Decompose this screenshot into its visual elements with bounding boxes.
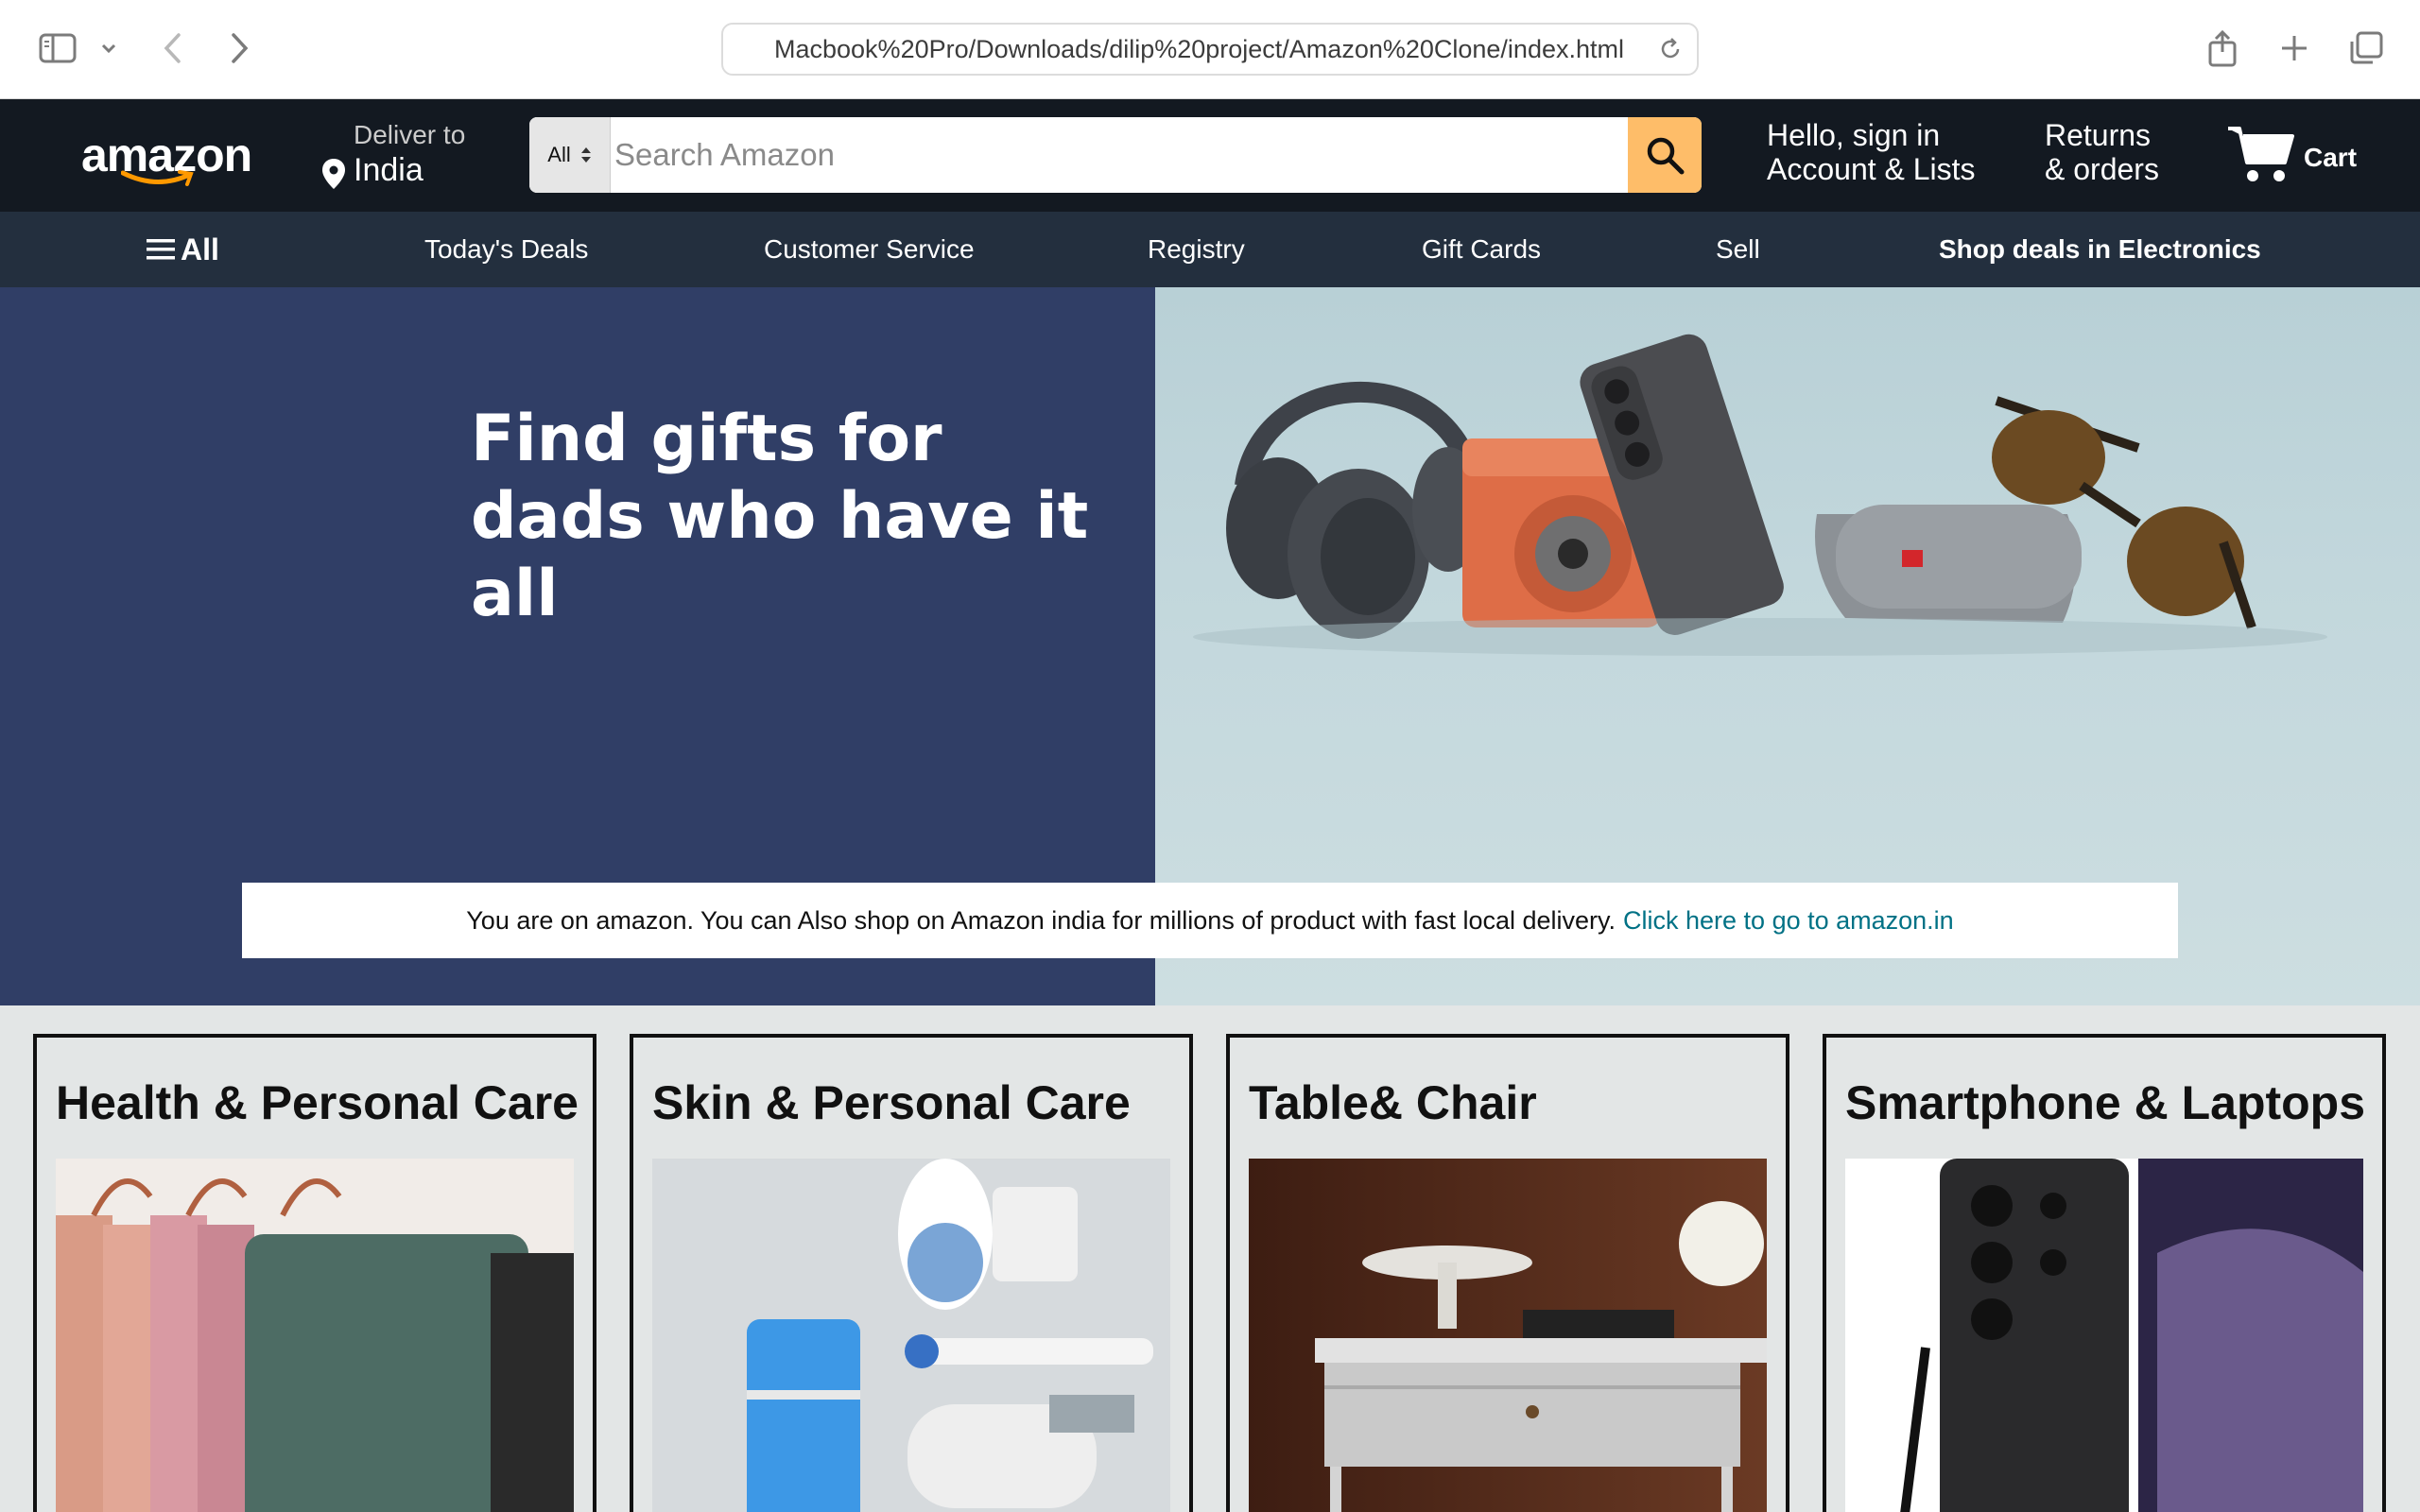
card-image-side-table[interactable]	[1249, 1159, 1767, 1512]
url-text[interactable]: Macbook%20Pro/Downloads/dilip%20project/…	[774, 35, 1653, 64]
search-button[interactable]	[1628, 117, 1702, 193]
cart-label: Cart	[2304, 143, 2358, 172]
account-lists[interactable]: Hello, sign in Account & Lists	[1767, 118, 1976, 186]
card-title: Smartphone & Laptops	[1845, 1076, 2366, 1129]
nav-todays-deals[interactable]: Today's Deals	[424, 212, 588, 287]
category-card-table-chair[interactable]: Table& Chair	[1226, 1034, 1789, 1512]
category-card-smartphone[interactable]: Smartphone & Laptops	[1823, 1034, 2386, 1512]
browser-toolbar: Macbook%20Pro/Downloads/dilip%20project/…	[0, 0, 2420, 99]
nav-sell[interactable]: Sell	[1716, 212, 1760, 287]
hero-title-line-1: Find gifts for	[471, 402, 942, 476]
card-title: Health & Personal Care	[56, 1076, 579, 1129]
orders-label: & orders	[2045, 152, 2159, 186]
amazon-in-link[interactable]: Click here to go to amazon.in	[1623, 906, 1954, 936]
cart-button[interactable]: Cart	[2226, 120, 2357, 188]
nav-customer-service[interactable]: Customer Service	[764, 212, 975, 287]
address-bar[interactable]: Macbook%20Pro/Downloads/dilip%20project/…	[721, 23, 1699, 76]
category-nav: All Today's Deals Customer Service Regis…	[0, 212, 2420, 287]
amazon-header: amazon Deliver to India All Hello, sign …	[0, 99, 2420, 212]
card-image-phone[interactable]	[1845, 1159, 2363, 1512]
location-pin-icon	[321, 158, 346, 195]
logo-smile-icon	[121, 170, 194, 186]
amazon-logo[interactable]: amazon	[81, 128, 252, 190]
search-icon	[1647, 137, 1685, 175]
category-card-health[interactable]: Health & Personal Care	[33, 1034, 596, 1512]
all-menu-label: All	[181, 232, 219, 266]
headphones-image	[1226, 382, 1484, 639]
speaker-image	[1815, 505, 2082, 623]
search-category-select[interactable]: All	[529, 117, 611, 193]
share-icon[interactable]	[2201, 26, 2244, 70]
hero-title: Find gifts for dads who have it all	[471, 401, 1151, 633]
reload-icon[interactable]	[1657, 36, 1684, 67]
deliver-label: Deliver to	[354, 120, 466, 149]
account-label: Account & Lists	[1767, 152, 1976, 186]
category-card-skin[interactable]: Skin & Personal Care	[630, 1034, 1193, 1512]
nav-electronics-deals[interactable]: Shop deals in Electronics	[1939, 212, 2261, 287]
sidebar-icon[interactable]	[36, 26, 79, 70]
hero-title-line-2: dads who have it all	[471, 479, 1089, 631]
search-category-label: All	[547, 143, 571, 166]
back-arrow-icon[interactable]	[151, 26, 195, 70]
hero-banner[interactable]: Find gifts for dads who have it all You …	[0, 287, 2420, 1005]
plus-icon[interactable]	[2271, 26, 2318, 70]
all-menu-button[interactable]: All	[147, 212, 219, 287]
forward-arrow-icon[interactable]	[217, 26, 261, 70]
nav-registry[interactable]: Registry	[1148, 212, 1245, 287]
account-greeting: Hello, sign in	[1767, 118, 1941, 152]
notice-text: You are on amazon. You can Also shop on …	[466, 905, 1616, 935]
nav-gift-cards[interactable]: Gift Cards	[1422, 212, 1541, 287]
cart-icon	[2228, 127, 2294, 181]
card-image-toiletries[interactable]	[652, 1159, 1170, 1512]
amazon-india-notice: You are on amazon. You can Also shop on …	[242, 883, 2178, 958]
card-title: Skin & Personal Care	[652, 1076, 1131, 1129]
tabs-icon[interactable]	[2342, 26, 2390, 70]
chevron-down-icon[interactable]	[95, 26, 123, 70]
search-bar: All	[529, 117, 1702, 193]
search-input[interactable]	[611, 117, 1628, 193]
deliver-location: India	[354, 152, 424, 188]
hamburger-icon	[147, 239, 175, 260]
card-image-towels[interactable]	[56, 1159, 574, 1512]
card-title: Table& Chair	[1249, 1076, 1537, 1129]
returns-label: Returns	[2045, 118, 2152, 152]
returns-orders[interactable]: Returns & orders	[2045, 118, 2159, 186]
select-arrows-icon	[580, 147, 591, 163]
